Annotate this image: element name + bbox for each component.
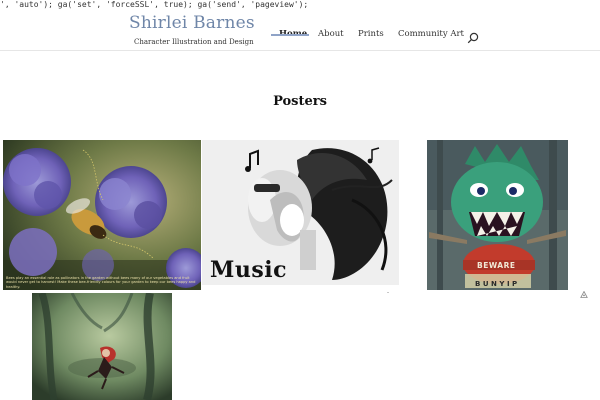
poster-bee[interactable]: Bees play an essential role as pollinato… bbox=[3, 140, 201, 290]
bee-illustration bbox=[3, 140, 201, 290]
site-header: Shirlei Barnes Character Illustration an… bbox=[0, 10, 600, 51]
bee-poster-caption: Bees play an essential role as pollinato… bbox=[6, 275, 196, 289]
bunyip-sign-text: BEWARE bbox=[477, 261, 516, 270]
nav-active-indicator bbox=[271, 34, 309, 36]
search-icon bbox=[467, 32, 479, 44]
poster-forest[interactable] bbox=[32, 293, 172, 400]
page-title: Posters bbox=[273, 94, 327, 109]
pin-icon[interactable] bbox=[384, 285, 392, 293]
site-title[interactable]: Shirlei Barnes bbox=[129, 13, 255, 33]
bunyip-name-text: BUNYIP bbox=[475, 280, 520, 288]
nav-item-community-art[interactable]: Community Art bbox=[398, 29, 464, 39]
forest-illustration bbox=[32, 293, 172, 400]
poster-bunyip[interactable]: BEWARE BUNYIP bbox=[427, 140, 568, 292]
search-button[interactable] bbox=[467, 29, 479, 44]
nav-item-about[interactable]: About bbox=[318, 29, 344, 39]
pin-icon[interactable] bbox=[580, 284, 588, 298]
site-tagline: Character Illustration and Design bbox=[134, 38, 254, 46]
music-poster-title: Music bbox=[210, 257, 287, 283]
nav-item-prints[interactable]: Prints bbox=[358, 29, 384, 39]
poster-music[interactable]: Music bbox=[202, 140, 399, 293]
script-text-leak: ', 'auto'); ga('set', 'forceSSL', true);… bbox=[0, 0, 309, 9]
